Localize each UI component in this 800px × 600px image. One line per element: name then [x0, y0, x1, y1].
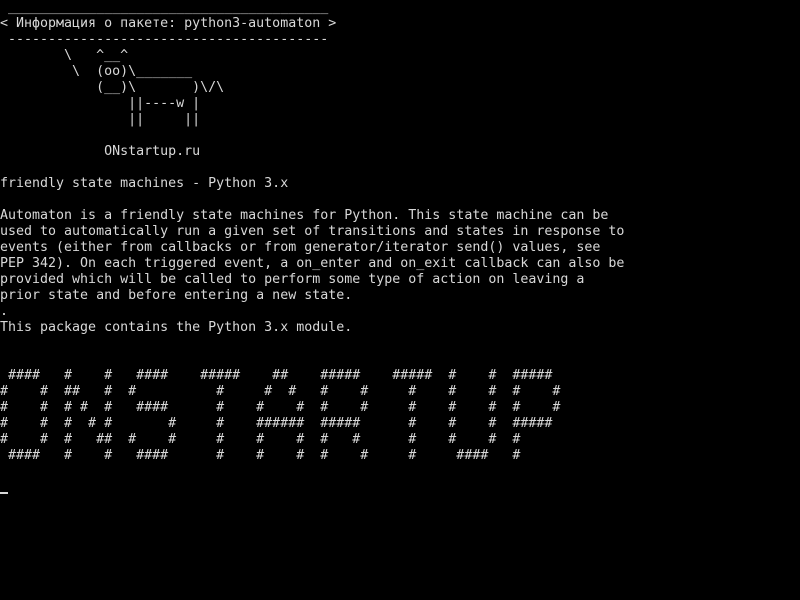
- banner-line: #### # # #### ##### ## ##### ##### # # #…: [0, 368, 553, 383]
- description-line: provided which will be called to perform…: [0, 272, 585, 287]
- banner-line: # # # # # # # ###### ##### # # # #####: [0, 416, 553, 431]
- banner-line: # # # # # #### # # # # # # # # # #: [0, 400, 561, 415]
- banner-line: # # # ## # # # # # # # # # # #: [0, 432, 521, 447]
- site-credit: ONstartup.ru: [0, 144, 201, 159]
- cow-art-line: \ ^__^: [0, 48, 129, 63]
- cow-art-line: ||----w |: [0, 96, 201, 111]
- package-summary: friendly state machines - Python 3.x: [0, 176, 289, 191]
- cowsay-top-border: ________________________________________: [0, 0, 329, 15]
- description-line: events (either from callbacks or from ge…: [0, 240, 601, 255]
- description-line: used to automatically run a given set of…: [0, 224, 625, 239]
- description-separator: .: [0, 304, 9, 319]
- cow-art-line: \ (oo)\_______: [0, 64, 193, 79]
- cowsay-message: < Информация о пакете: python3-automaton…: [0, 16, 337, 31]
- cow-art-line: (__)\ )\/\: [0, 80, 225, 95]
- text-cursor[interactable]: [0, 492, 8, 494]
- description-line: prior state and before entering a new st…: [0, 288, 353, 303]
- description-line: Automaton is a friendly state machines f…: [0, 208, 609, 223]
- banner-line: #### # # #### # # # # # # #### #: [0, 448, 521, 463]
- cowsay-bottom-border: ----------------------------------------: [0, 32, 329, 47]
- cow-art-line: || ||: [0, 112, 201, 127]
- banner-line: # # ## # # # # # # # # # # # #: [0, 384, 561, 399]
- terminal-output: ________________________________________…: [0, 0, 624, 464]
- terminal-window: ________________________________________…: [0, 0, 800, 600]
- description-line: PEP 342). On each triggered event, a on_…: [0, 256, 625, 271]
- description-line: This package contains the Python 3.x mod…: [0, 320, 353, 335]
